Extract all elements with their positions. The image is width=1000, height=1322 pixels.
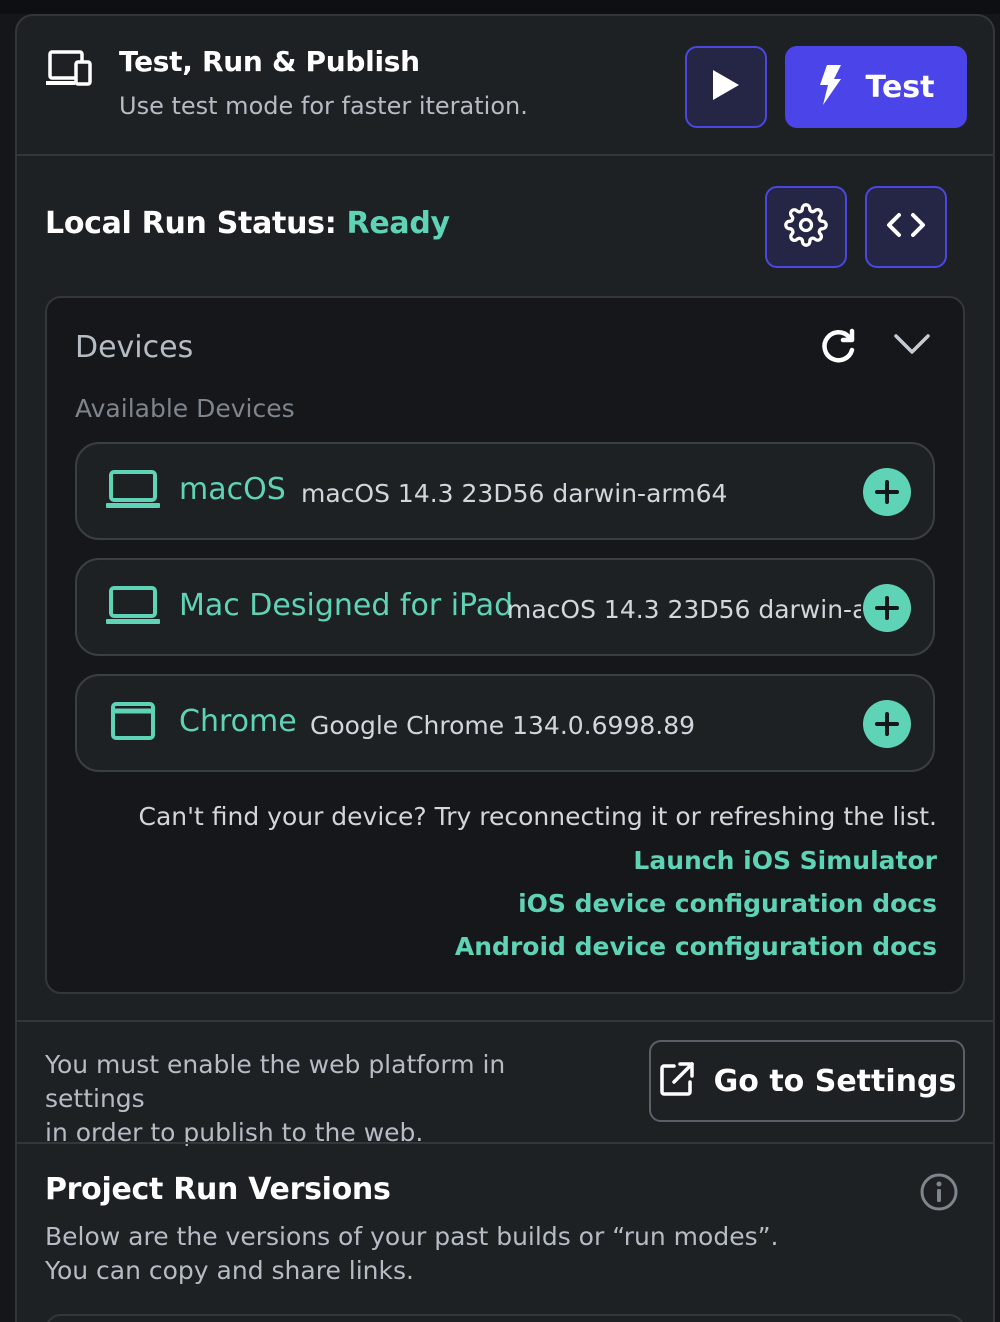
description-line: You can copy and share links. <box>45 1256 414 1285</box>
web-message-line: You must enable the web platform in sett… <box>45 1050 506 1113</box>
available-devices-label: Available Devices <box>75 394 295 423</box>
test-button[interactable]: Test <box>785 46 967 128</box>
panel-subtitle: Use test mode for faster iteration. <box>119 92 528 120</box>
browser-window-icon <box>105 702 161 746</box>
device-description: macOS 14.3 23D56 darwin-arm64 <box>507 595 861 624</box>
test-run-publish-panel: Test, Run & Publish Use test mode for fa… <box>15 14 995 1322</box>
add-device-button[interactable] <box>863 584 911 632</box>
test-button-label: Test <box>865 69 935 105</box>
panel-title: Test, Run & Publish <box>119 45 420 78</box>
go-to-settings-button[interactable]: Go to Settings <box>649 1040 965 1122</box>
device-help-text: Can't find your device? Try reconnecting… <box>138 802 938 831</box>
run-settings-button[interactable] <box>765 186 847 268</box>
project-run-versions-title: Project Run Versions <box>45 1172 391 1207</box>
view-code-button[interactable] <box>865 186 947 268</box>
web-message-line: in order to publish to the web. <box>45 1118 424 1147</box>
info-icon[interactable] <box>919 1172 959 1216</box>
project-run-versions-description: Below are the versions of your past buil… <box>45 1220 779 1288</box>
window-edge <box>995 14 1000 1322</box>
ios-docs-link[interactable]: iOS device configuration docs <box>518 889 937 918</box>
chevron-down-icon[interactable] <box>893 332 931 360</box>
device-row-macos[interactable]: macOS macOS 14.3 23D56 darwin-arm64 <box>75 442 935 540</box>
status-value: Ready <box>346 206 451 241</box>
android-docs-link[interactable]: Android device configuration docs <box>455 932 937 961</box>
lightning-bolt-icon <box>817 65 843 109</box>
gear-icon <box>784 203 828 251</box>
devices-section: Devices Available Devices macOS macOS 14… <box>45 296 965 994</box>
device-row-mac-ipad[interactable]: Mac Designed for iPad macOS 14.3 23D56 d… <box>75 558 935 656</box>
device-name: macOS <box>179 472 286 507</box>
devices-title: Devices <box>75 330 194 365</box>
device-description: Google Chrome 134.0.6998.89 <box>310 711 696 740</box>
add-device-button[interactable] <box>863 700 911 748</box>
code-brackets-icon <box>886 211 926 243</box>
device-name: Chrome <box>179 704 297 739</box>
laptop-icon <box>105 586 161 630</box>
device-row-chrome[interactable]: Chrome Google Chrome 134.0.6998.89 <box>75 674 935 772</box>
run-versions-list <box>45 1314 965 1322</box>
local-run-status: Local Run Status: Ready <box>45 206 450 241</box>
laptop-icon <box>105 470 161 514</box>
divider <box>17 1142 993 1144</box>
status-label: Local Run Status: <box>45 206 337 241</box>
top-bar <box>0 0 1000 14</box>
panel-header: Test, Run & Publish Use test mode for fa… <box>17 16 993 156</box>
device-description: macOS 14.3 23D56 darwin-arm64 <box>301 479 728 508</box>
description-line: Below are the versions of your past buil… <box>45 1222 779 1251</box>
external-link-icon <box>658 1060 696 1102</box>
go-to-settings-label: Go to Settings <box>713 1063 957 1099</box>
devices-icon <box>45 50 93 94</box>
refresh-icon[interactable] <box>819 328 857 370</box>
run-button[interactable] <box>685 46 767 128</box>
add-device-button[interactable] <box>863 468 911 516</box>
divider <box>17 1020 993 1022</box>
device-name: Mac Designed for iPad <box>179 588 514 623</box>
play-icon <box>711 68 741 106</box>
web-platform-message: You must enable the web platform in sett… <box>45 1048 605 1150</box>
launch-ios-simulator-link[interactable]: Launch iOS Simulator <box>633 846 937 875</box>
